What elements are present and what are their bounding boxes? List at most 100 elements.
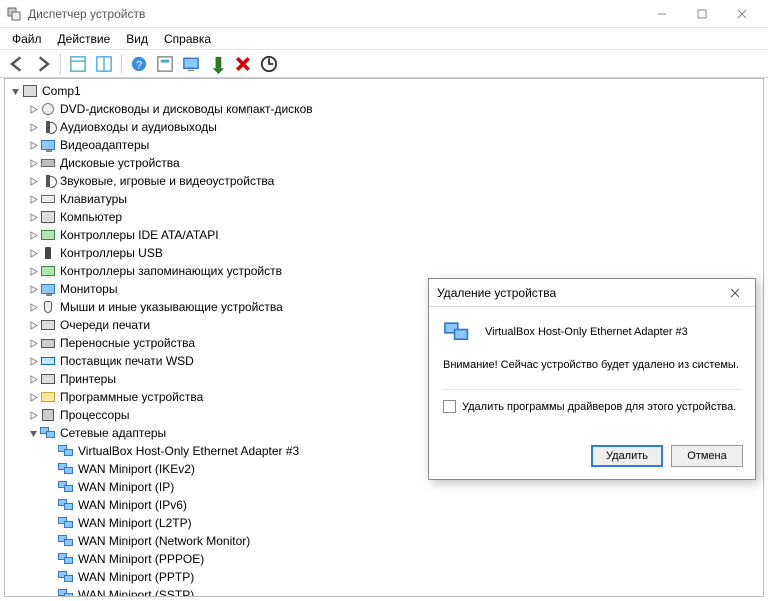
- help-button[interactable]: ?: [128, 53, 150, 75]
- category-icon: [58, 533, 74, 549]
- category-icon: [40, 101, 56, 117]
- menu-action[interactable]: Действие: [50, 30, 119, 48]
- category-icon: [40, 119, 56, 135]
- category-icon: [40, 371, 56, 387]
- expand-toggle[interactable]: [26, 372, 40, 386]
- tree-root-computer[interactable]: Comp1: [8, 82, 763, 100]
- expand-toggle[interactable]: [26, 156, 40, 170]
- expand-toggle[interactable]: [26, 264, 40, 278]
- delete-driver-checkbox[interactable]: [443, 400, 456, 413]
- tree-category[interactable]: Компьютер: [8, 208, 763, 226]
- expand-toggle[interactable]: [44, 534, 58, 548]
- dialog-cancel-button[interactable]: Отмена: [671, 445, 743, 467]
- category-icon: [58, 587, 74, 597]
- titlebar: Диспетчер устройств: [0, 0, 768, 28]
- expand-toggle[interactable]: [26, 246, 40, 260]
- category-icon: [58, 461, 74, 477]
- expand-toggle[interactable]: [44, 588, 58, 597]
- expand-toggle[interactable]: [44, 516, 58, 530]
- menu-view[interactable]: Вид: [118, 30, 156, 48]
- expand-toggle[interactable]: [26, 336, 40, 350]
- properties-sheet-button[interactable]: [154, 53, 176, 75]
- tree-network-adapter[interactable]: WAN Miniport (IP): [8, 478, 763, 496]
- tree-network-adapter[interactable]: WAN Miniport (Network Monitor): [8, 532, 763, 550]
- category-icon: [40, 245, 56, 261]
- expand-toggle[interactable]: [26, 210, 40, 224]
- category-icon: [40, 191, 56, 207]
- tree-item-label: WAN Miniport (L2TP): [78, 516, 192, 530]
- scan-hardware-button[interactable]: [258, 53, 280, 75]
- tree-item-label: Переносные устройства: [60, 336, 195, 350]
- expand-toggle[interactable]: [26, 174, 40, 188]
- expand-toggle[interactable]: [44, 444, 58, 458]
- tree-category[interactable]: Контроллеры IDE ATA/ATAPI: [8, 226, 763, 244]
- expand-toggle[interactable]: [44, 498, 58, 512]
- expand-toggle[interactable]: [26, 408, 40, 422]
- forward-button[interactable]: [32, 53, 54, 75]
- menu-file[interactable]: Файл: [4, 30, 50, 48]
- expand-toggle[interactable]: [26, 300, 40, 314]
- tree-item-label: WAN Miniport (PPPOE): [78, 552, 204, 566]
- category-icon: [58, 497, 74, 513]
- tree-category[interactable]: Клавиатуры: [8, 190, 763, 208]
- tree-category[interactable]: Звуковые, игровые и видеоустройства: [8, 172, 763, 190]
- show-hidden-button[interactable]: [67, 53, 89, 75]
- tree-item-label: Контроллеры IDE ATA/ATAPI: [60, 228, 219, 242]
- tree-item-label: WAN Miniport (IKEv2): [78, 462, 195, 476]
- expand-toggle[interactable]: [26, 192, 40, 206]
- tree-category[interactable]: DVD-дисководы и дисководы компакт-дисков: [8, 100, 763, 118]
- tree-item-label: Очереди печати: [60, 318, 150, 332]
- tree-item-label: Программные устройства: [60, 390, 203, 404]
- maximize-button[interactable]: [682, 1, 722, 27]
- view-button[interactable]: [93, 53, 115, 75]
- tree-network-adapter[interactable]: WAN Miniport (SSTP): [8, 586, 763, 597]
- tree-item-label: WAN Miniport (PPTP): [78, 570, 194, 584]
- tree-network-adapter[interactable]: WAN Miniport (L2TP): [8, 514, 763, 532]
- expand-toggle[interactable]: [26, 390, 40, 404]
- expand-toggle[interactable]: [8, 84, 22, 98]
- dialog-titlebar: Удаление устройства: [429, 279, 755, 307]
- category-icon: [58, 515, 74, 531]
- enable-button[interactable]: [206, 53, 228, 75]
- tree-network-adapter[interactable]: WAN Miniport (PPTP): [8, 568, 763, 586]
- uninstall-button[interactable]: [232, 53, 254, 75]
- expand-toggle[interactable]: [44, 570, 58, 584]
- expand-toggle[interactable]: [26, 228, 40, 242]
- category-icon: [40, 173, 56, 189]
- tree-category[interactable]: Контроллеры USB: [8, 244, 763, 262]
- category-icon: [58, 551, 74, 567]
- dialog-close-button[interactable]: [723, 281, 747, 305]
- expand-toggle[interactable]: [44, 480, 58, 494]
- back-button[interactable]: [6, 53, 28, 75]
- category-icon: [40, 137, 56, 153]
- menu-help[interactable]: Справка: [156, 30, 219, 48]
- expand-toggle[interactable]: [26, 426, 40, 440]
- expand-toggle[interactable]: [26, 354, 40, 368]
- tree-category[interactable]: Дисковые устройства: [8, 154, 763, 172]
- tree-network-adapter[interactable]: WAN Miniport (PPPOE): [8, 550, 763, 568]
- category-icon: [40, 227, 56, 243]
- category-icon: [40, 335, 56, 351]
- category-icon: [40, 299, 56, 315]
- window-title: Диспетчер устройств: [28, 7, 642, 21]
- expand-toggle[interactable]: [26, 120, 40, 134]
- tree-network-adapter[interactable]: WAN Miniport (IPv6): [8, 496, 763, 514]
- properties-button[interactable]: [180, 53, 202, 75]
- tree-category[interactable]: Видеоадаптеры: [8, 136, 763, 154]
- category-icon: [40, 407, 56, 423]
- expand-toggle[interactable]: [26, 318, 40, 332]
- dialog-warning-text: Внимание! Сейчас устройство будет удален…: [443, 359, 741, 371]
- tree-item-label: WAN Miniport (Network Monitor): [78, 534, 250, 548]
- expand-toggle[interactable]: [44, 462, 58, 476]
- tree-item-label: Контроллеры запоминающих устройств: [60, 264, 282, 278]
- expand-toggle[interactable]: [44, 552, 58, 566]
- minimize-button[interactable]: [642, 1, 682, 27]
- expand-toggle[interactable]: [26, 282, 40, 296]
- close-button[interactable]: [722, 1, 762, 27]
- tree-category[interactable]: Аудиовходы и аудиовыходы: [8, 118, 763, 136]
- dialog-uninstall-button[interactable]: Удалить: [591, 445, 663, 467]
- expand-toggle[interactable]: [26, 102, 40, 116]
- dialog-title: Удаление устройства: [437, 286, 723, 300]
- expand-toggle[interactable]: [26, 138, 40, 152]
- tree-item-label: Компьютер: [60, 210, 122, 224]
